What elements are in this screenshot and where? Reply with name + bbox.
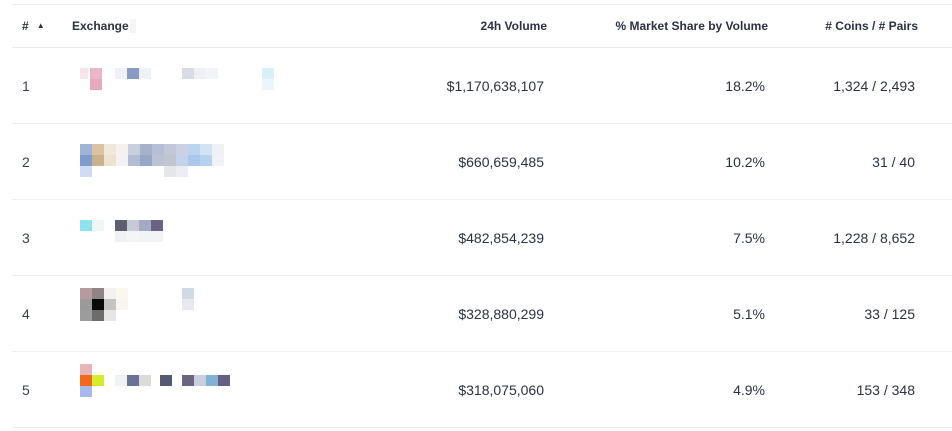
pairs-cell: 31 / 40 — [872, 124, 915, 199]
rank-header-label: # — [22, 19, 29, 33]
pairs-cell: 153 / 348 — [857, 352, 915, 427]
row-rank: 5 — [22, 352, 30, 427]
rank-value: 5 — [22, 381, 30, 398]
volume-value: $1,170,638,107 — [446, 77, 544, 94]
header-fade — [129, 19, 136, 33]
volume-cell: $1,170,638,107 — [447, 48, 544, 123]
rank-column-header[interactable]: # ▲ — [22, 5, 45, 47]
volume-value: $328,880,299 — [458, 305, 544, 322]
table-row[interactable]: 1 $1,170,638,107 18.2% 1,324 / 2,493 — [12, 48, 952, 124]
exchange-name-blurred[interactable] — [72, 142, 272, 182]
volume-cell: $660,659,485 — [458, 124, 544, 199]
sort-ascending-icon[interactable]: ▲ — [37, 21, 45, 30]
share-value: 7.5% — [733, 229, 765, 246]
row-rank: 4 — [22, 276, 30, 351]
table-row[interactable]: 4 $328,880,299 5.1% 33 / 125 — [12, 276, 952, 352]
share-cell: 18.2% — [725, 48, 765, 123]
share-value: 5.1% — [733, 305, 765, 322]
exchange-name-blurred[interactable] — [72, 363, 272, 410]
share-value: 18.2% — [725, 77, 765, 94]
exchange-cell[interactable] — [72, 276, 272, 351]
rank-value: 2 — [22, 153, 30, 170]
volume-cell: $482,854,239 — [458, 200, 544, 275]
exchange-name-blurred[interactable] — [72, 287, 272, 334]
share-cell: 7.5% — [733, 200, 765, 275]
exchange-column-header[interactable]: Exchange — [72, 5, 136, 47]
exchange-header-label: Exchange — [72, 19, 129, 33]
rank-value: 4 — [22, 305, 30, 322]
share-column-header[interactable]: % Market Share by Volume — [616, 5, 769, 47]
pairs-cell: 1,228 / 8,652 — [833, 200, 915, 275]
exchange-name-blurred[interactable] — [72, 66, 274, 106]
row-rank: 2 — [22, 124, 30, 199]
exchange-cell[interactable] — [72, 48, 274, 123]
share-value: 4.9% — [733, 381, 765, 398]
pairs-value: 1,324 / 2,493 — [833, 77, 915, 94]
table-row[interactable]: 3 $482,854,239 7.5% 1,228 / 8,652 — [12, 200, 952, 276]
row-rank: 1 — [22, 48, 30, 123]
pairs-cell: 1,324 / 2,493 — [833, 48, 915, 123]
table-row[interactable]: 2 $660,659,485 10.2% 31 / 40 — [12, 124, 952, 200]
volume-cell: $328,880,299 — [458, 276, 544, 351]
pairs-cell: 33 / 125 — [864, 276, 915, 351]
pairs-value: 31 / 40 — [872, 153, 915, 170]
pairs-value: 153 / 348 — [856, 381, 915, 398]
exchange-cell[interactable] — [72, 124, 272, 199]
volume-value: $482,854,239 — [458, 229, 544, 246]
rank-value: 1 — [22, 77, 30, 94]
share-header-label: % Market Share by Volume — [615, 19, 769, 33]
share-value: 10.2% — [725, 153, 765, 170]
share-cell: 5.1% — [733, 276, 765, 351]
exchanges-table: # ▲ Exchange 24h Volume % Market Share b… — [12, 4, 952, 428]
share-cell: 10.2% — [725, 124, 765, 199]
volume-value: $318,075,060 — [458, 381, 544, 398]
share-cell: 4.9% — [733, 352, 765, 427]
table-row[interactable]: 5 $318,075,060 4.9% 153 / 348 — [12, 352, 952, 428]
pairs-header-label: # Coins / # Pairs — [825, 19, 918, 33]
row-rank: 3 — [22, 200, 30, 275]
pairs-column-header[interactable]: # Coins / # Pairs — [825, 5, 918, 47]
volume-value: $660,659,485 — [458, 153, 544, 170]
exchange-cell[interactable] — [72, 352, 272, 427]
pairs-value: 1,228 / 8,652 — [833, 229, 915, 246]
rank-value: 3 — [22, 229, 30, 246]
pairs-value: 33 / 125 — [864, 305, 915, 322]
volume-column-header[interactable]: 24h Volume — [481, 5, 547, 47]
exchange-name-blurred[interactable] — [72, 218, 272, 258]
exchange-cell[interactable] — [72, 200, 272, 275]
volume-cell: $318,075,060 — [458, 352, 544, 427]
volume-header-label: 24h Volume — [480, 19, 547, 33]
table-header: # ▲ Exchange 24h Volume % Market Share b… — [12, 4, 952, 48]
